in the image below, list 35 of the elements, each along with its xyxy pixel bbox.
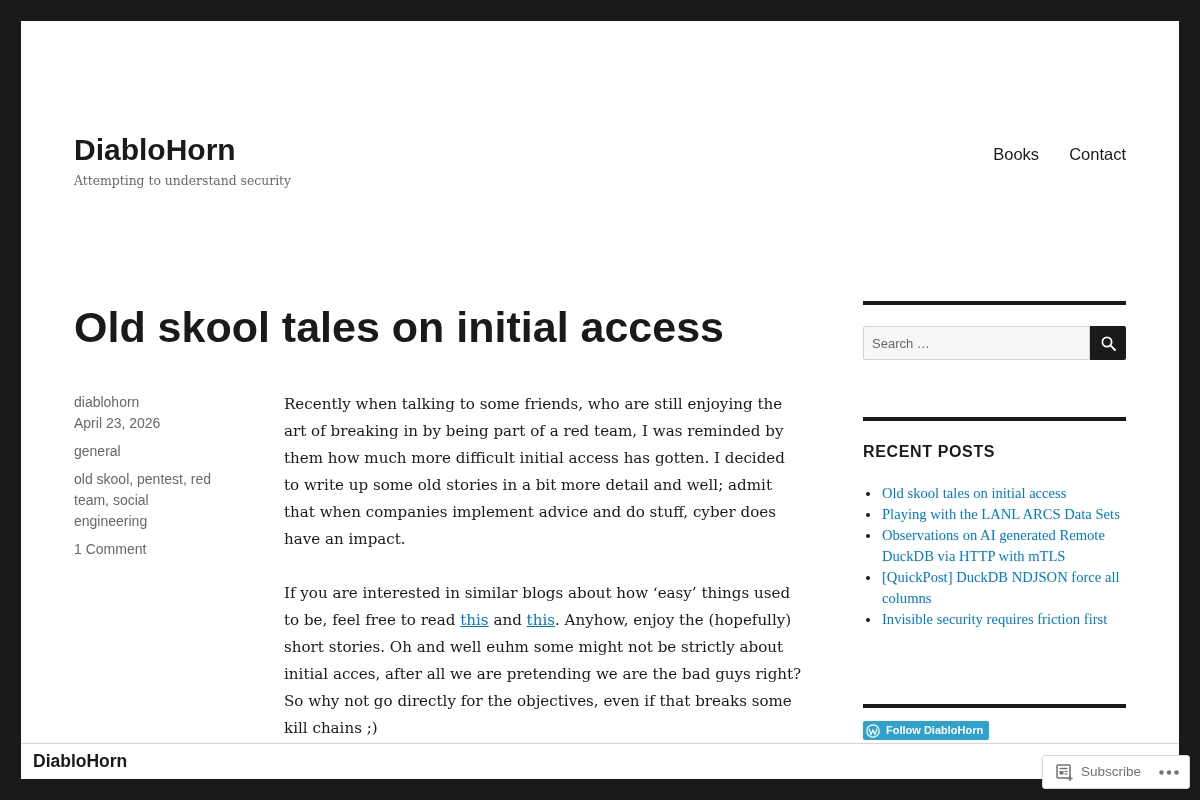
site-tagline: Attempting to understand security	[74, 172, 292, 190]
search-field[interactable]: Search …	[863, 326, 1090, 360]
widget-heading: RECENT POSTS	[863, 442, 997, 462]
more-button[interactable]	[1159, 769, 1179, 775]
circle-logo-icon	[866, 723, 880, 738]
nav-link[interactable]: Books	[993, 142, 1040, 166]
text-link[interactable]: this	[526, 611, 555, 629]
nav-link[interactable]: Contact	[1069, 142, 1126, 166]
post-link[interactable]: [QuickPost] DuckDB NDJSON force all columns	[882, 567, 1126, 609]
ellipsis-icon	[1159, 769, 1179, 775]
subscribe-button[interactable]: Subscribe	[1056, 761, 1142, 783]
site-title[interactable]: DiabloHorn	[33, 748, 128, 775]
reader-plus-icon	[1056, 763, 1073, 781]
meta-link[interactable]: general	[74, 441, 121, 462]
bullet-icon	[866, 618, 870, 622]
text-link[interactable]: this	[460, 611, 489, 629]
meta-link[interactable]: old skool, pentest, red team, social engineering	[74, 469, 224, 532]
bullet-icon	[866, 513, 870, 517]
post-link[interactable]: Observations on AI generated Remote DuckDB via HTTP with mTLS	[882, 525, 1126, 567]
post-link[interactable]: Playing with the LANL ARCS Data Sets	[882, 504, 1120, 525]
meta-link[interactable]: April 23, 2026	[74, 413, 161, 434]
body-paragraph: If you are interested in similar blogs about how ‘easy’ things used to be, feel free to read this and this. Anyhow, enjoy the (hopefully) short stories. Oh and well euhm some might not be strictly about initial acces, after all we are pretending we are the bad guys right? So why not go directly for the objectives, even if that breaks some kill chains ;)	[284, 583, 802, 739]
post-title: Old skool tales on initial access	[74, 302, 726, 353]
meta-link[interactable]: diablohorn	[74, 392, 140, 413]
search-icon	[1100, 335, 1116, 351]
body-paragraph: Recently when talking to some friends, who are still enjoying the art of breaking in by being part of a red team, I was reminded by them how much more difficult initial access has gotten. I decided to write up some old stories in a bit more detail and well; admit that when companies implement advice and do stuff, cyber does have an impact.	[284, 394, 786, 550]
site-title[interactable]: DiabloHorn	[74, 132, 236, 168]
bullet-icon	[866, 534, 870, 538]
post-link[interactable]: Invisible security requires friction first	[882, 609, 1108, 630]
search-button[interactable]	[1090, 326, 1126, 360]
follow-button[interactable]: Follow DiabloHorn	[863, 721, 990, 740]
post-link[interactable]: Old skool tales on initial access	[882, 483, 1067, 504]
meta-link[interactable]: 1 Comment	[74, 539, 147, 560]
bullet-icon	[866, 576, 870, 580]
bullet-icon	[866, 492, 870, 496]
